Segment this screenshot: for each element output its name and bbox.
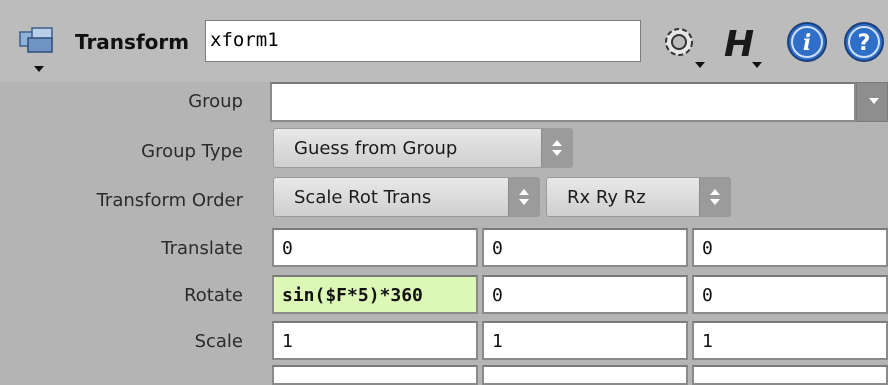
node-type-icon[interactable] [14, 22, 66, 74]
scale-z-field[interactable]: 1 [692, 321, 888, 360]
rotation-order-value: Rx Ry Rz [567, 187, 646, 208]
info-icon[interactable]: i [785, 20, 829, 64]
rotation-order-menu[interactable]: Rx Ry Rz [546, 177, 731, 217]
node-type-label: Transform [75, 30, 190, 54]
group-label: Group [188, 91, 243, 112]
scale-y-field[interactable]: 1 [482, 321, 688, 360]
rotate-y-field[interactable]: 0 [482, 275, 688, 314]
help-icon[interactable]: ? [842, 20, 886, 64]
transform-order-menu[interactable]: Scale Rot Trans [273, 177, 540, 217]
group-type-label: Group Type [141, 141, 243, 162]
translate-x-field[interactable]: 0 [272, 228, 478, 267]
translate-label: Translate [161, 238, 243, 259]
houdini-help-icon[interactable]: H [722, 20, 772, 70]
next-row-x-field[interactable] [272, 365, 478, 385]
translate-z-field[interactable]: 0 [692, 228, 888, 267]
rotate-label: Rotate [184, 285, 243, 306]
transform-order-label: Transform Order [96, 190, 243, 211]
rotate-z-field[interactable]: 0 [692, 275, 888, 314]
group-field[interactable] [270, 82, 856, 122]
menu-spinner-icon [541, 129, 572, 167]
scale-x-field[interactable]: 1 [272, 321, 478, 360]
svg-text:i: i [803, 30, 811, 56]
rotate-x-field[interactable]: sin($F*5)*360 [272, 275, 478, 314]
menu-spinner-icon [699, 178, 730, 216]
translate-y-field[interactable]: 0 [482, 228, 688, 267]
group-type-value: Guess from Group [294, 138, 458, 159]
chevron-down-icon [869, 98, 879, 104]
svg-text:?: ? [858, 31, 871, 56]
node-name-field[interactable]: xform1 [205, 20, 641, 62]
transform-order-value: Scale Rot Trans [294, 187, 432, 208]
gear-icon[interactable] [657, 22, 707, 70]
next-row-y-field[interactable] [482, 365, 688, 385]
menu-spinner-icon [508, 178, 539, 216]
parameter-header: Transform xform1 H i ? [0, 0, 888, 82]
group-type-menu[interactable]: Guess from Group [273, 128, 573, 168]
svg-text:H: H [724, 24, 754, 65]
next-row-z-field[interactable] [692, 365, 888, 385]
group-dropdown-button[interactable] [856, 82, 888, 122]
scale-label: Scale [194, 331, 243, 352]
